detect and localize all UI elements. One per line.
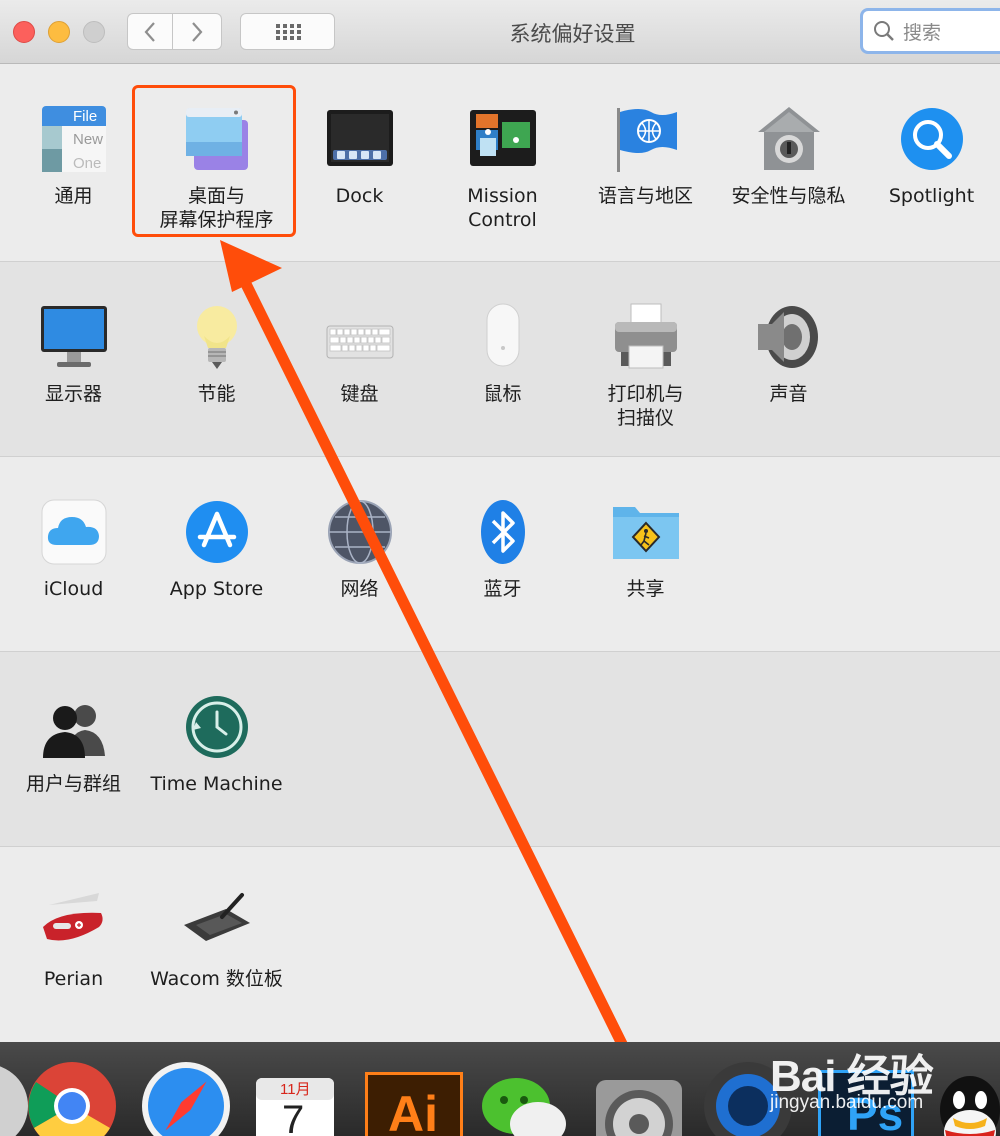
pane-time-machine[interactable]: Time Machine [145, 692, 288, 796]
chevron-left-icon [144, 21, 155, 42]
pane-language-region[interactable]: 语言与地区 [574, 104, 717, 208]
pane-label: App Store [169, 578, 264, 600]
pane-app-store[interactable]: App Store [145, 497, 288, 601]
system-preferences-dock-icon[interactable] [592, 1078, 684, 1136]
pane-label: Mission Control [467, 185, 538, 231]
pane-label: 用户与群组 [25, 773, 121, 795]
pane-label: 通用 [54, 185, 93, 207]
wechat-dock-icon[interactable] [478, 1060, 570, 1136]
pane-mission-control[interactable]: Mission Control [431, 104, 574, 232]
general-icon-new: New [73, 131, 103, 148]
pane-label: Perian [43, 968, 104, 990]
window-title: 系统偏好设置 [509, 22, 636, 46]
highlight-box [132, 85, 296, 237]
section-system: 用户与群组 Time Machine [0, 651, 1000, 846]
pane-label: Time Machine [150, 773, 283, 795]
pane-printers-scanners[interactable]: 打印机与 扫描仪 [574, 302, 717, 430]
pane-spotlight[interactable]: Spotlight [860, 104, 1000, 208]
baidu-watermark: Bai 经验 jingyan.baidu.com [770, 1040, 1000, 1120]
speaker-icon [757, 306, 818, 368]
pane-icloud[interactable]: iCloud [2, 497, 145, 601]
users-groups-icon [42, 705, 105, 758]
general-icon: File New One [41, 106, 106, 172]
pane-sharing[interactable]: 共享 [574, 497, 717, 601]
pane-label: 鼠标 [483, 383, 522, 405]
pane-keyboard[interactable]: 键盘 [288, 302, 431, 406]
bluetooth-icon [480, 500, 525, 564]
search-icon [874, 21, 894, 41]
spotlight-icon [900, 108, 963, 170]
forward-button[interactable] [173, 13, 222, 50]
calendar-dock-icon[interactable]: 11月 7 [252, 1078, 338, 1136]
search-placeholder: 搜索 [903, 21, 942, 44]
mouse-icon [486, 303, 519, 367]
icloud-icon [41, 499, 106, 565]
pane-label: Dock [335, 185, 384, 207]
pane-label: 安全性与隐私 [731, 185, 846, 207]
sharing-folder-icon [612, 507, 679, 559]
pane-label: iCloud [43, 578, 104, 600]
pane-label: 声音 [769, 383, 808, 405]
watermark-site: jingyan.baidu.com [770, 1092, 924, 1113]
pane-label: 共享 [626, 578, 665, 600]
network-globe-icon [327, 500, 392, 564]
safari-dock-icon[interactable] [140, 1060, 232, 1136]
minimize-window-button[interactable] [48, 21, 70, 43]
pane-users-groups[interactable]: 用户与群组 [2, 692, 145, 796]
pane-mouse[interactable]: 鼠标 [431, 302, 574, 406]
pane-general[interactable]: File New One 通用 [2, 104, 145, 208]
grid-icon [275, 23, 301, 40]
pane-label: 语言与地区 [597, 185, 693, 207]
pane-bluetooth[interactable]: 蓝牙 [431, 497, 574, 601]
pane-label: 键盘 [340, 383, 379, 405]
printer-icon [614, 303, 677, 369]
pane-wacom-tablet[interactable]: Wacom 数位板 [145, 887, 288, 991]
pane-label: 节能 [197, 383, 236, 405]
chrome-dock-icon[interactable] [26, 1060, 118, 1136]
zoom-window-button[interactable] [83, 21, 105, 43]
app-store-icon [185, 501, 248, 563]
keyboard-icon [326, 325, 393, 359]
pane-network[interactable]: 网络 [288, 497, 431, 601]
dock-icon [326, 110, 393, 166]
pane-label: 显示器 [44, 383, 102, 405]
back-button[interactable] [127, 13, 173, 50]
energy-bulb-icon [196, 306, 237, 369]
general-icon-file: File [73, 108, 97, 125]
language-flag-icon [616, 108, 677, 172]
pane-dock[interactable]: Dock [288, 104, 431, 208]
pane-label: 打印机与 扫描仪 [607, 383, 684, 429]
calendar-day: 7 [282, 1098, 305, 1136]
pane-security-privacy[interactable]: 安全性与隐私 [717, 104, 860, 208]
pane-label: Spotlight [888, 185, 975, 207]
security-house-icon [757, 107, 820, 170]
wacom-tablet-icon [183, 893, 250, 941]
pane-sound[interactable]: 声音 [717, 302, 860, 406]
section-internet-wireless: iCloud App Store 网络 蓝牙 共享 [0, 456, 1000, 651]
calendar-month: 11月 [280, 1081, 311, 1098]
illustrator-dock-icon[interactable]: Ai [365, 1072, 463, 1136]
pane-label: 网络 [340, 578, 379, 600]
illustrator-label: Ai [388, 1086, 438, 1136]
perian-knife-icon [42, 893, 103, 941]
section-other: Perian Wacom 数位板 [0, 846, 1000, 1042]
display-icon [40, 306, 107, 367]
close-window-button[interactable] [13, 21, 35, 43]
pane-label: Wacom 数位板 [150, 968, 283, 990]
time-machine-icon [185, 696, 248, 758]
title-bar: 系统偏好设置 搜索 [0, 0, 1000, 64]
section-hardware: 显示器 节能 键盘 鼠标 打印机与 扫描仪 声音 [0, 261, 1000, 456]
show-all-button[interactable] [240, 13, 335, 50]
pane-perian[interactable]: Perian [2, 887, 145, 991]
pane-display[interactable]: 显示器 [2, 302, 145, 406]
pane-energy-saver[interactable]: 节能 [145, 302, 288, 406]
search-field[interactable]: 搜索 [860, 8, 1000, 54]
chevron-right-icon [192, 21, 203, 42]
general-icon-one: One [73, 155, 101, 172]
pane-label: 蓝牙 [483, 578, 522, 600]
mission-control-icon [469, 110, 536, 166]
